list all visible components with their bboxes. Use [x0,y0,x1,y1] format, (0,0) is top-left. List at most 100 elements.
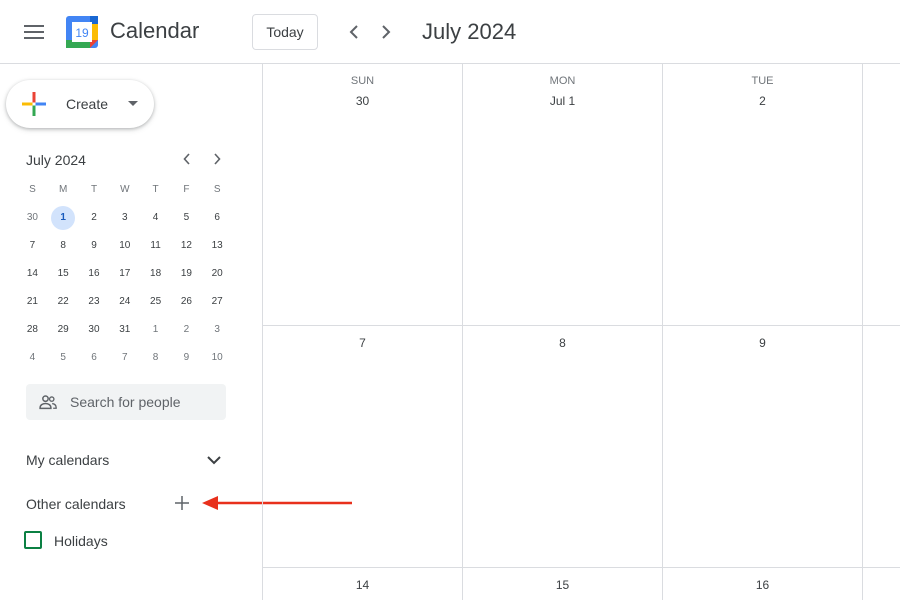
month-day-cell[interactable]: SUN 30 [263,64,463,325]
month-day-cell[interactable]: MON Jul 1 [463,64,663,325]
mini-calendar-day[interactable]: 8 [140,346,171,370]
calendar-item-holidays[interactable]: Holidays [24,530,224,550]
previous-period-button[interactable] [340,18,368,46]
mini-calendar-day[interactable]: 4 [17,346,48,370]
mini-calendar-day[interactable]: 29 [48,318,79,342]
mini-calendar-day-number: 2 [91,212,97,223]
my-calendars-toggle[interactable] [204,450,224,470]
main-menu-button[interactable] [14,14,54,50]
month-day-number[interactable]: 8 [463,336,662,350]
mini-calendar-day[interactable]: 3 [109,206,140,230]
weekday-header: TUE [751,75,774,87]
mini-calendar-day[interactable]: 26 [171,290,202,314]
mini-calendar-day[interactable]: 27 [202,290,233,314]
logo-day-number: 19 [75,26,89,40]
month-day-cell[interactable]: 15 [463,568,663,600]
month-day-cell[interactable]: 8 [463,326,663,567]
mini-calendar-week-row: 4 5 6 7 8 9 10 [17,344,233,372]
other-calendars-heading[interactable]: Other calendars [26,496,126,512]
mini-calendar-day[interactable]: 23 [79,290,110,314]
mini-calendar-day[interactable]: 30 [17,206,48,230]
month-day-number[interactable]: Jul 1 [463,94,662,108]
mini-calendar-day[interactable]: 30 [79,318,110,342]
mini-calendar-day[interactable]: 13 [202,234,233,258]
mini-calendar-day[interactable]: 22 [48,290,79,314]
mini-calendar-day-number: 24 [119,296,131,307]
holidays-checkbox[interactable] [24,531,42,549]
mini-calendar-day[interactable]: 6 [79,346,110,370]
month-day-number[interactable]: 15 [463,578,662,592]
mini-calendar-day[interactable]: 19 [171,262,202,286]
mini-calendar-day-number: 28 [26,324,38,335]
mini-calendar-day[interactable]: 20 [202,262,233,286]
mini-calendar-day-number: 3 [122,212,128,223]
mini-calendar-day[interactable]: 4 [140,206,171,230]
mini-calendar-day-number: 1 [152,324,159,335]
mini-calendar-day[interactable]: 1 [140,318,171,342]
hamburger-menu-icon [24,25,44,39]
current-period-title: July 2024 [422,19,517,44]
top-app-bar: 19 Calendar Today July 2024 [0,0,900,64]
my-calendars-heading[interactable]: My calendars [26,452,109,468]
month-day-number[interactable]: 9 [663,336,862,350]
mini-calendar-day[interactable]: 2 [79,206,110,230]
month-day-cell[interactable]: 7 [263,326,463,567]
mini-calendar-day[interactable]: 3 [202,318,233,342]
month-day-cell[interactable]: 14 [263,568,463,600]
mini-calendar-next-month-button[interactable] [208,150,226,168]
mini-calendar-day-number: 23 [88,296,100,307]
mini-calendar-day[interactable]: 25 [140,290,171,314]
mini-calendar-day[interactable]: 17 [109,262,140,286]
month-day-cell[interactable]: TUE 2 [663,64,863,325]
create-button[interactable]: Create [6,80,154,128]
mini-calendar-day[interactable]: 15 [48,262,79,286]
mini-calendar-day[interactable]: 5 [48,346,79,370]
weekday-header: MON [549,75,576,87]
mini-calendar-day[interactable]: 11 [140,234,171,258]
mini-calendar-day[interactable]: 1 [48,206,79,230]
mini-calendar-day-number: 31 [119,324,131,335]
mini-calendar-day[interactable]: 24 [109,290,140,314]
month-day-number[interactable]: 30 [263,94,462,108]
mini-calendar-day-number: 16 [88,268,100,279]
add-other-calendar-button[interactable] [172,493,192,513]
mini-calendar-day[interactable]: 7 [109,346,140,370]
mini-calendar-day[interactable]: 5 [171,206,202,230]
month-day-number[interactable]: 7 [263,336,462,350]
mini-calendar-day-number: 2 [183,324,190,335]
mini-calendar-day[interactable]: 2 [171,318,202,342]
mini-calendar-day[interactable]: 8 [48,234,79,258]
mini-calendar-day[interactable]: 14 [17,262,48,286]
mini-calendar-day[interactable]: 10 [109,234,140,258]
mini-calendar-day[interactable]: 21 [17,290,48,314]
calendar-logo-icon[interactable]: 19 [66,16,98,48]
create-button-label: Create [66,96,109,112]
mini-calendar-day[interactable]: 6 [202,206,233,230]
people-icon [39,395,57,410]
month-day-cell[interactable]: 9 [663,326,863,567]
mini-calendar-day[interactable]: 10 [202,346,233,370]
mini-calendar-day[interactable]: 12 [171,234,202,258]
mini-calendar-previous-month-button[interactable] [178,150,196,168]
month-day-number[interactable]: 16 [663,578,862,592]
mini-calendar-day[interactable]: 9 [171,346,202,370]
month-day-cell[interactable]: 16 [663,568,863,600]
chevron-down-icon [207,455,221,464]
next-period-button[interactable] [372,18,400,46]
today-button[interactable]: Today [252,14,318,50]
mini-calendar-day-number: 25 [150,296,162,307]
mini-calendar-day-number: 7 [29,240,36,251]
mini-calendar-day[interactable]: 31 [109,318,140,342]
weekday-header: SUN [350,75,375,87]
mini-calendar-week-row: 7 8 9 10 11 12 13 [17,232,233,260]
search-people-input[interactable]: Search for people [26,384,226,420]
mini-calendar-day-number: 10 [211,352,223,363]
chevron-left-icon [183,153,190,165]
mini-calendar-day[interactable]: 16 [79,262,110,286]
mini-calendar-day[interactable]: 18 [140,262,171,286]
mini-calendar-day[interactable]: 28 [17,318,48,342]
month-day-number[interactable]: 14 [263,578,462,592]
mini-calendar-day[interactable]: 9 [79,234,110,258]
month-day-number[interactable]: 2 [663,94,862,108]
mini-calendar-day[interactable]: 7 [17,234,48,258]
